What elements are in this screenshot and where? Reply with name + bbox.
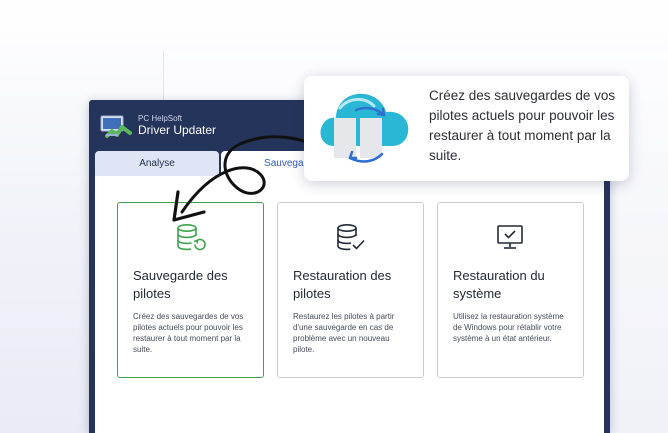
backup-content-area: Sauvegarde des pilotes Créez des sauvega… xyxy=(95,176,604,433)
brand-small-text: PC HelpSoft xyxy=(138,114,183,123)
card-title: Sauvegarde des pilotes xyxy=(133,268,228,301)
app-logo-icon xyxy=(100,115,132,138)
card-title: Restauration des pilotes xyxy=(293,268,392,301)
monitor-check-icon xyxy=(497,225,523,249)
cloud-sync-icon xyxy=(320,93,409,163)
card-system-restore[interactable]: Restauration du système Utilisez la rest… xyxy=(437,202,584,378)
card-driver-restore[interactable]: Restauration des pilotes Restaurez les p… xyxy=(277,202,424,378)
card-description: Créez des sauvegardes de vos pilotes act… xyxy=(133,312,244,354)
tab-analyse-label: Analyse xyxy=(139,158,175,169)
tooltip-popup: Créez des sauvegardes de vos pilotes act… xyxy=(304,76,629,181)
brand: PC HelpSoft Driver Updater xyxy=(138,114,216,137)
tooltip-text: Créez des sauvegardes de vos pilotes act… xyxy=(429,88,616,163)
database-restore-icon xyxy=(177,223,206,251)
database-check-icon xyxy=(337,223,365,251)
card-description: Utilisez la restauration système de Wind… xyxy=(453,312,564,343)
brand-title: Driver Updater xyxy=(138,123,217,137)
card-driver-backup[interactable]: Sauvegarde des pilotes Créez des sauvega… xyxy=(117,202,264,378)
card-description: Restaurez les pilotes à partir d'une sau… xyxy=(293,312,395,354)
tab-analyse[interactable]: Analyse xyxy=(95,151,219,176)
card-title: Restauration du système xyxy=(453,268,545,301)
